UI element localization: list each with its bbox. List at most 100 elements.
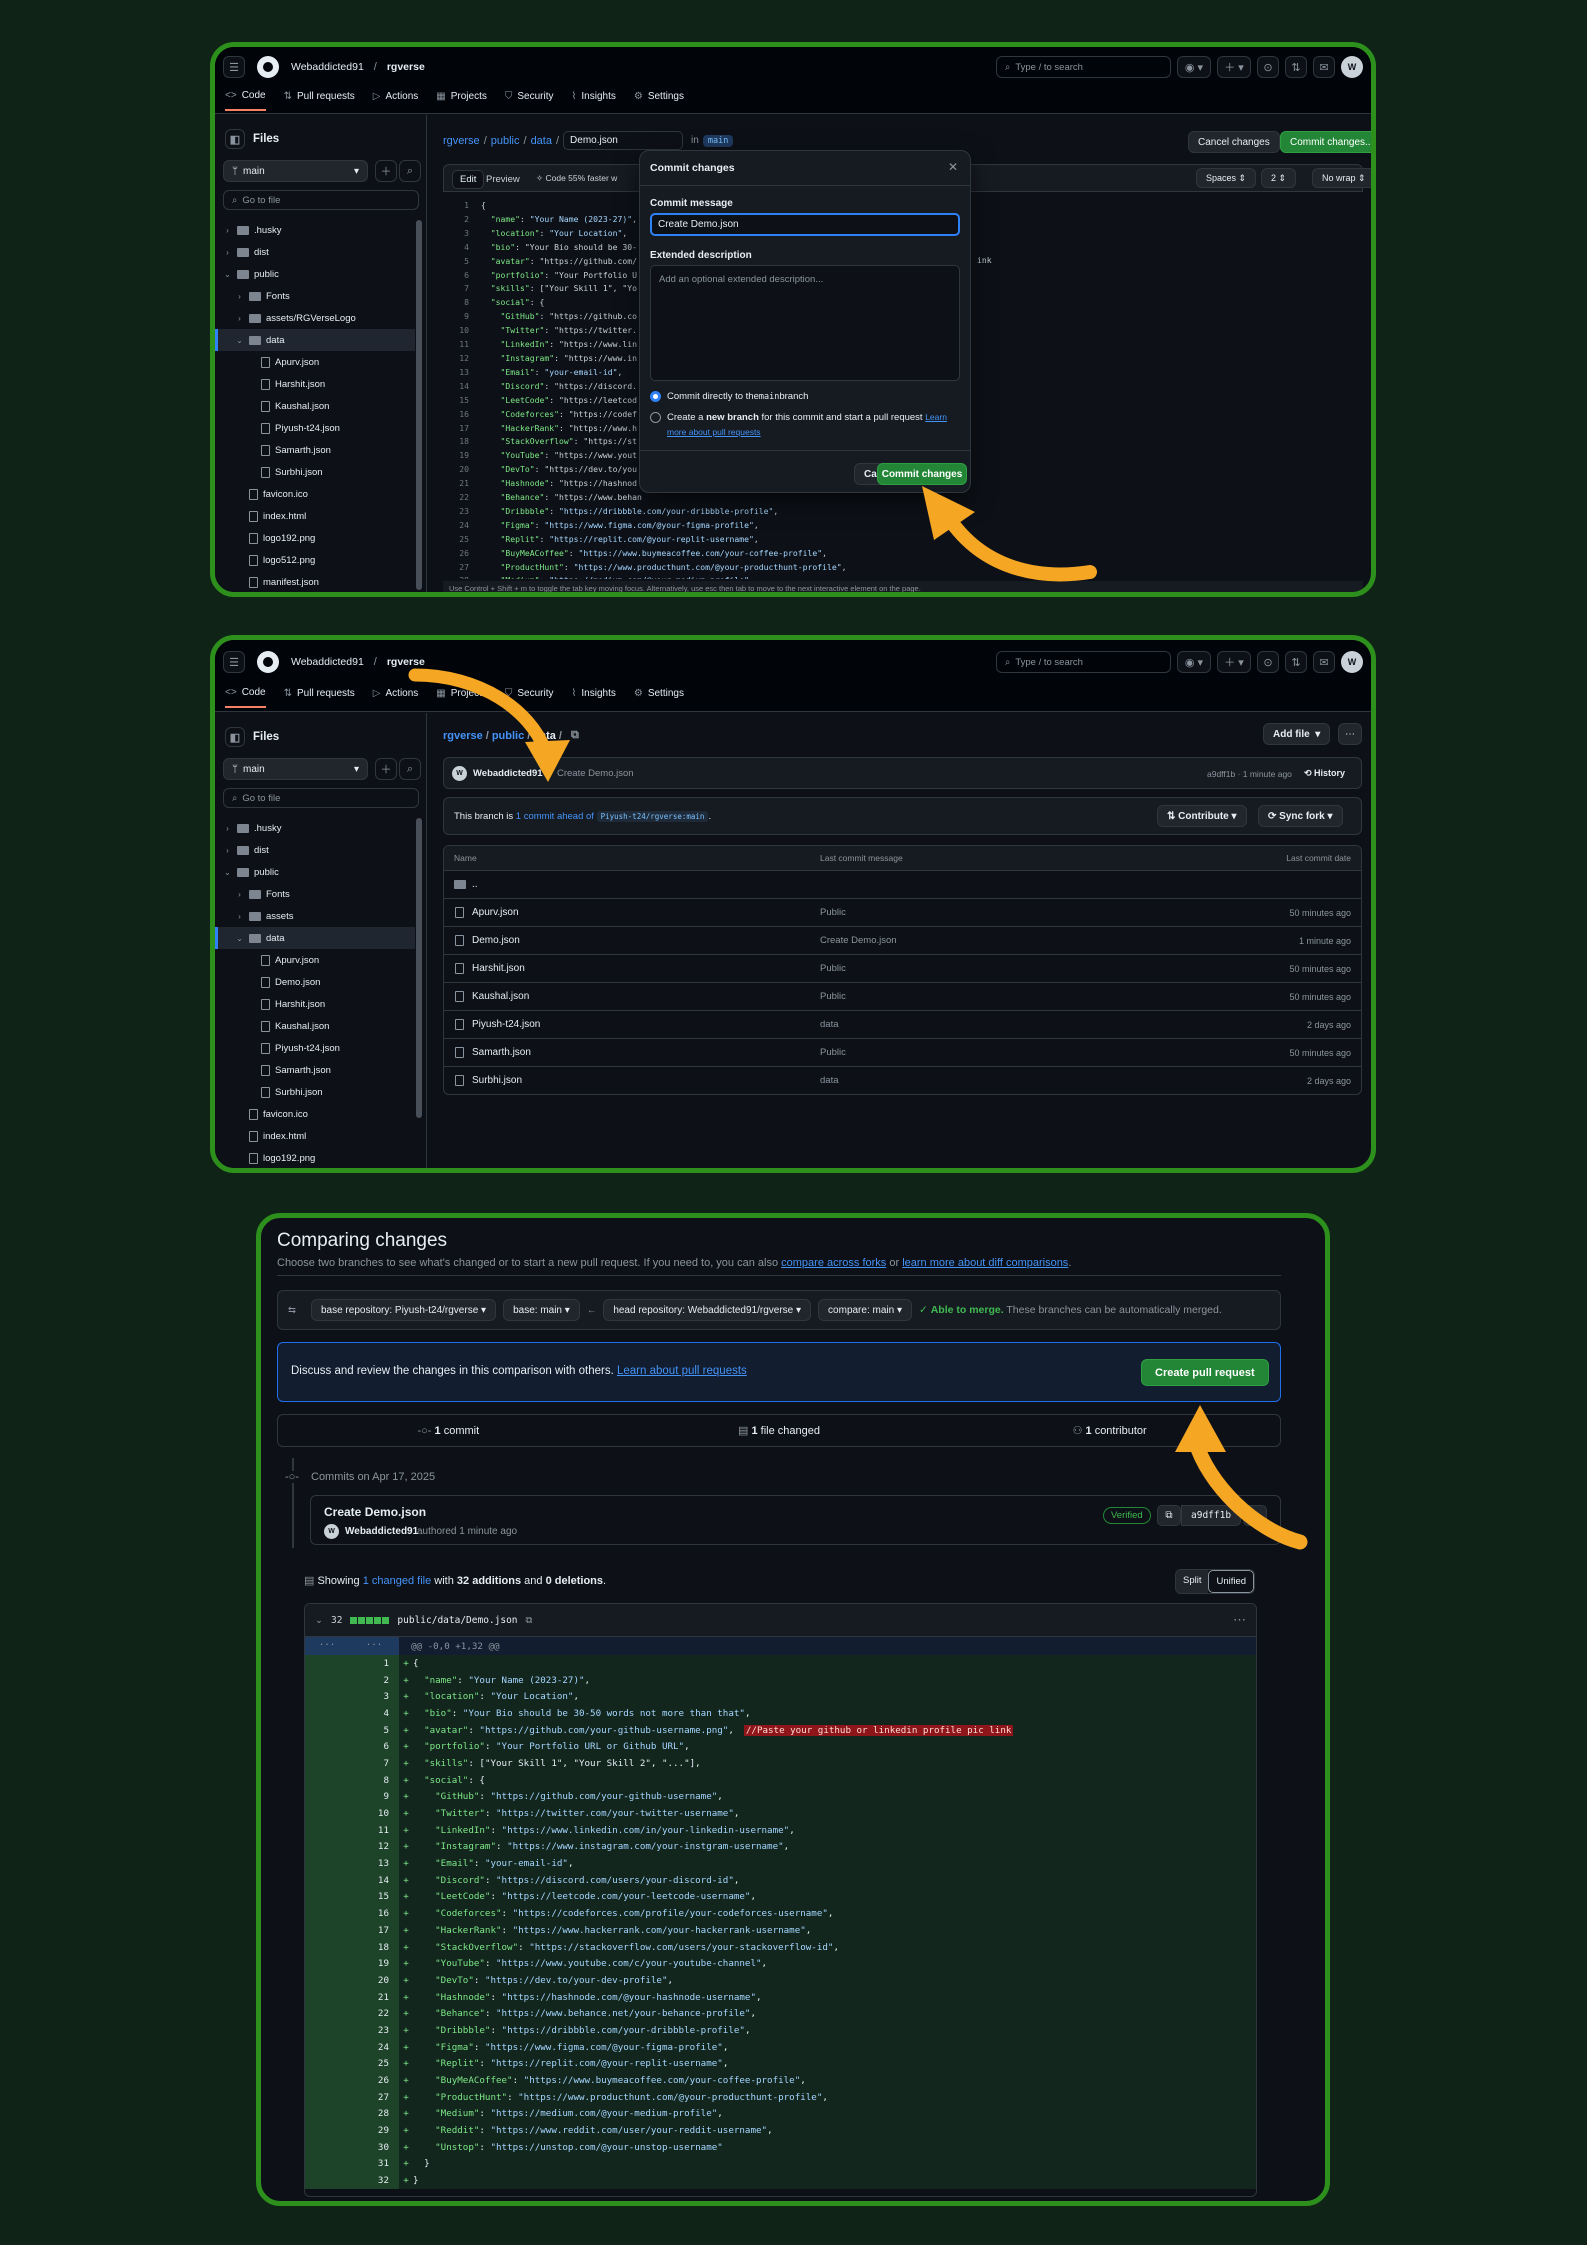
path-public[interactable]: public bbox=[492, 730, 524, 742]
repo-link[interactable]: rgverse bbox=[387, 61, 425, 73]
tree-folder-item[interactable]: › .husky bbox=[215, 219, 415, 241]
tree-file-item[interactable]: Apurv.json bbox=[215, 351, 415, 373]
file-name[interactable]: Samarth.json bbox=[472, 1047, 531, 1058]
learn-diff-link[interactable]: learn more about diff comparisons bbox=[902, 1257, 1068, 1269]
path-public[interactable]: public bbox=[491, 135, 520, 147]
sync-fork-button[interactable]: ⟳ Sync fork ▾ bbox=[1258, 805, 1343, 827]
tree-folder-item[interactable]: › dist bbox=[215, 241, 415, 263]
tree-file-item[interactable]: Harshit.json bbox=[215, 373, 415, 395]
extended-description-input[interactable]: Add an optional extended description... bbox=[650, 265, 960, 381]
tree-file-item[interactable]: Samarth.json bbox=[215, 439, 415, 461]
commit-sha[interactable]: a9dff1b bbox=[1181, 1505, 1241, 1526]
new-line-number[interactable]: 29 bbox=[349, 2122, 399, 2139]
tab-settings[interactable]: ⚙ Settings bbox=[634, 687, 684, 708]
new-line-number[interactable]: 23 bbox=[349, 2022, 399, 2039]
menu-icon[interactable]: ☰ bbox=[223, 651, 245, 673]
compare-branch-select[interactable]: compare: main ▾ bbox=[818, 1299, 912, 1321]
tab-settings[interactable]: ⚙ Settings bbox=[634, 90, 684, 111]
tree-file-item[interactable]: index.html bbox=[215, 505, 415, 527]
file-name[interactable]: Harshit.json bbox=[472, 963, 525, 974]
branch-select[interactable]: ᛘ main ▾ bbox=[223, 758, 368, 780]
copilot-icon[interactable]: ◉ ▾ bbox=[1177, 651, 1211, 673]
hunk-dots-2[interactable]: ... bbox=[349, 1637, 399, 1655]
stat-commits[interactable]: -○- 1 commit bbox=[278, 1425, 619, 1437]
new-line-number[interactable]: 2 bbox=[349, 1671, 399, 1689]
scrollbar[interactable] bbox=[416, 818, 422, 1118]
verified-badge[interactable]: Verified bbox=[1103, 1507, 1151, 1524]
new-line-number[interactable]: 14 bbox=[349, 1871, 399, 1889]
new-branch-option[interactable]: Create a new branch for this commit and … bbox=[650, 410, 960, 440]
search-file-icon[interactable]: ⌕ bbox=[399, 160, 421, 182]
tree-file-item[interactable]: logo192.png bbox=[215, 527, 415, 549]
more-options-button[interactable]: ⋯ bbox=[1338, 723, 1362, 745]
tab-actions[interactable]: ▷ Actions bbox=[373, 90, 419, 111]
copy-path-icon[interactable]: ⧉ bbox=[571, 729, 579, 742]
parent-dir-row[interactable]: .. bbox=[444, 870, 1361, 898]
new-line-number[interactable]: 27 bbox=[349, 2088, 399, 2106]
ahead-link[interactable]: 1 commit ahead of bbox=[516, 811, 594, 822]
new-line-number[interactable]: 12 bbox=[349, 1838, 399, 1856]
new-line-number[interactable]: 5 bbox=[349, 1721, 399, 1739]
go-to-file-input[interactable]: ⌕ Go to file bbox=[223, 788, 419, 808]
tab-actions[interactable]: ▷ Actions bbox=[373, 687, 419, 708]
copy-sha-icon[interactable]: ⧉ bbox=[1157, 1505, 1181, 1526]
new-line-number[interactable]: 30 bbox=[349, 2138, 399, 2156]
repo-link[interactable]: rgverse bbox=[387, 656, 425, 668]
tree-file-item[interactable]: Samarth.json bbox=[215, 1059, 415, 1081]
file-last-commit[interactable]: Public bbox=[820, 907, 846, 918]
new-line-number[interactable]: 17 bbox=[349, 1922, 399, 1939]
github-logo-icon[interactable] bbox=[257, 651, 279, 673]
table-row[interactable]: Harshit.json Public 50 minutes ago bbox=[444, 954, 1361, 982]
close-icon[interactable]: ✕ bbox=[948, 160, 958, 174]
new-line-number[interactable]: 3 bbox=[349, 1688, 399, 1706]
author-name[interactable]: Webaddicted91 bbox=[345, 1526, 418, 1537]
tree-folder-item[interactable]: ⌄ data bbox=[215, 927, 415, 949]
file-name[interactable]: Apurv.json bbox=[472, 907, 519, 918]
search-file-icon[interactable]: ⌕ bbox=[399, 758, 421, 780]
tree-file-item[interactable]: Kaushal.json bbox=[215, 1015, 415, 1037]
new-line-number[interactable]: 20 bbox=[349, 1972, 399, 1989]
tab-pull-requests[interactable]: ⇅ Pull requests bbox=[284, 90, 355, 111]
tree-file-item[interactable]: favicon.ico bbox=[215, 483, 415, 505]
tab-pull-requests[interactable]: ⇅ Pull requests bbox=[284, 687, 355, 708]
avatar[interactable]: W bbox=[1341, 651, 1363, 673]
new-line-number[interactable]: 26 bbox=[349, 2072, 399, 2089]
file-name[interactable]: Kaushal.json bbox=[472, 991, 529, 1002]
tree-folder-item[interactable]: › assets bbox=[215, 905, 415, 927]
new-line-number[interactable]: 16 bbox=[349, 1905, 399, 1922]
tree-file-item[interactable]: index.html bbox=[215, 1125, 415, 1147]
copy-path-icon[interactable]: ⧉ bbox=[526, 1615, 533, 1626]
new-line-number[interactable]: 6 bbox=[349, 1738, 399, 1756]
scrollbar[interactable] bbox=[416, 220, 422, 590]
tree-folder-item[interactable]: › Fonts bbox=[215, 285, 415, 307]
path-repo[interactable]: rgverse bbox=[443, 730, 483, 742]
issues-icon[interactable]: ⊙ bbox=[1257, 651, 1279, 673]
new-line-number[interactable]: 31 bbox=[349, 2155, 399, 2173]
tab-insights[interactable]: ⌇ Insights bbox=[572, 687, 616, 708]
collapse-chevron-icon[interactable]: ⌄ bbox=[315, 1615, 323, 1626]
commit-message[interactable]: Create Demo.json bbox=[557, 768, 634, 779]
new-line-number[interactable]: 10 bbox=[349, 1805, 399, 1822]
tree-file-item[interactable]: logo192.png bbox=[215, 1147, 415, 1168]
tab-preview[interactable]: Preview bbox=[486, 174, 520, 185]
tree-file-item[interactable]: manifest.json bbox=[215, 571, 415, 592]
inbox-icon[interactable]: ✉ bbox=[1313, 651, 1335, 673]
menu-icon[interactable]: ☰ bbox=[223, 56, 245, 78]
kebab-menu-icon[interactable]: ⋯ bbox=[1233, 1612, 1246, 1628]
new-line-number[interactable]: 24 bbox=[349, 2038, 399, 2056]
diff-path[interactable]: public/data/Demo.json bbox=[397, 1615, 517, 1626]
tab-projects[interactable]: ▦ Projects bbox=[436, 687, 487, 708]
create-pull-request-button[interactable]: Create pull request bbox=[1141, 1359, 1269, 1386]
radio-empty-icon[interactable] bbox=[650, 412, 661, 423]
file-name[interactable]: Surbhi.json bbox=[472, 1075, 522, 1086]
table-row[interactable]: Surbhi.json data 2 days ago bbox=[444, 1066, 1361, 1094]
new-line-number[interactable]: 9 bbox=[349, 1788, 399, 1806]
contribute-button[interactable]: ⇅ Contribute ▾ bbox=[1157, 805, 1247, 827]
add-file-icon[interactable]: ＋ bbox=[375, 160, 397, 182]
file-last-commit[interactable]: Public bbox=[820, 963, 846, 974]
plus-icon[interactable]: ＋ ▾ bbox=[1217, 56, 1251, 78]
tree-file-item[interactable]: Piyush-t24.json bbox=[215, 417, 415, 439]
avatar[interactable]: W bbox=[1341, 56, 1363, 78]
hunk-dots-1[interactable]: ... bbox=[305, 1637, 349, 1655]
tree-file-item[interactable]: Surbhi.json bbox=[215, 1081, 415, 1103]
